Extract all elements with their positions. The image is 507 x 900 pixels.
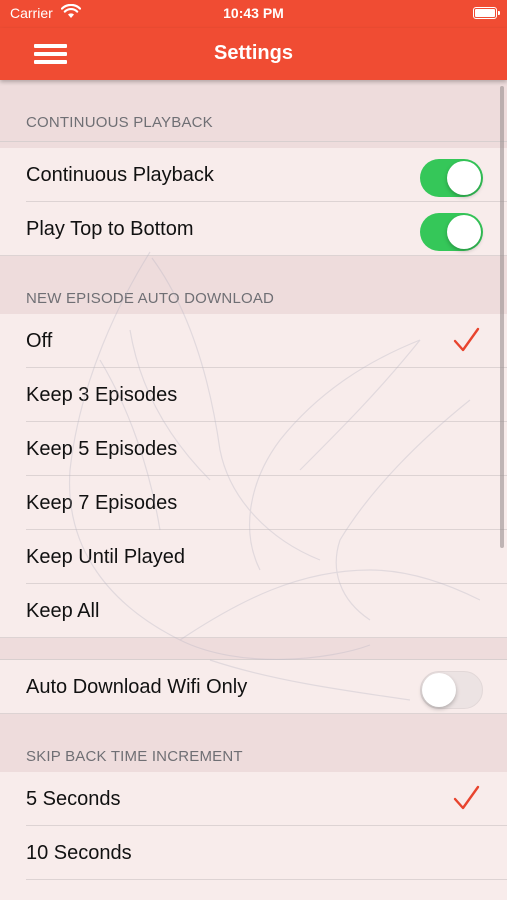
option-partial[interactable] [0,880,507,900]
section-spacer [0,638,507,660]
status-time: 10:43 PM [223,5,284,21]
play-top-to-bottom-label: Play Top to Bottom [26,218,194,240]
nav-bar: Settings [0,28,507,80]
option-keep-until-played[interactable]: Keep Until Played [0,530,507,584]
option-label: Keep Until Played [26,546,185,568]
option-keep-3[interactable]: Keep 3 Episodes [0,368,507,422]
continuous-playback-label: Continuous Playback [26,164,214,186]
page-title: Settings [214,42,293,64]
hamburger-menu-icon[interactable] [34,42,68,66]
row-play-top-to-bottom[interactable]: Play Top to Bottom [0,202,507,256]
continuous-playback-toggle[interactable] [420,159,483,197]
section-header-continuous-playback: CONTINUOUS PLAYBACK [0,80,507,142]
option-label: Keep All [26,600,100,622]
scrollbar[interactable] [500,86,504,548]
option-off[interactable]: Off [0,314,507,368]
row-continuous-playback[interactable]: Continuous Playback [0,148,507,202]
play-top-to-bottom-toggle[interactable] [420,213,483,251]
status-bar: Carrier 10:43 PM [0,0,507,28]
option-label: 5 Seconds [26,788,121,810]
battery-icon [473,7,500,19]
section-header-auto-download: NEW EPISODE AUTO DOWNLOAD [0,256,507,318]
option-5-seconds[interactable]: 5 Seconds [0,772,507,826]
row-auto-download-wifi-only[interactable]: Auto Download Wifi Only [0,660,507,714]
option-label: 10 Seconds [26,842,132,864]
option-label: Keep 5 Episodes [26,438,178,460]
wifi-only-label: Auto Download Wifi Only [26,676,248,698]
option-label: Off [26,330,53,352]
option-label: Keep 7 Episodes [26,492,178,514]
option-keep-7[interactable]: Keep 7 Episodes [0,476,507,530]
checkmark-icon [453,327,480,352]
option-label: Keep 3 Episodes [26,384,178,406]
checkmark-icon [453,785,480,810]
section-header-skip-back: SKIP BACK TIME INCREMENT [0,714,507,776]
option-keep-5[interactable]: Keep 5 Episodes [0,422,507,476]
settings-list[interactable]: CONTINUOUS PLAYBACK Continuous Playback … [0,80,507,900]
option-keep-all[interactable]: Keep All [0,584,507,638]
wifi-only-toggle[interactable] [420,671,483,709]
option-10-seconds[interactable]: 10 Seconds [0,826,507,880]
